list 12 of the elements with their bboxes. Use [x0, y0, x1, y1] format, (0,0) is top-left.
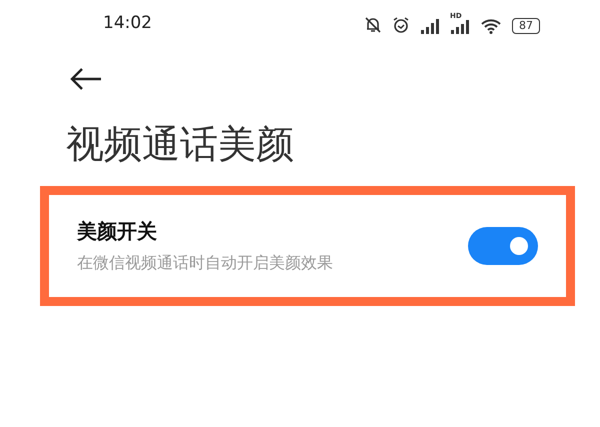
alarm-icon: [392, 16, 410, 34]
wifi-icon: [480, 18, 502, 34]
signal-icon: [450, 20, 470, 34]
signal-icon: [420, 18, 440, 34]
back-arrow-icon[interactable]: [70, 68, 102, 90]
bell-muted-icon: [364, 16, 382, 34]
page-title: 视频通话美颜: [66, 121, 295, 168]
setting-label: 美颜开关: [77, 218, 158, 245]
status-time: 14:02: [103, 13, 152, 33]
toggle-switch[interactable]: [468, 227, 538, 265]
battery-indicator: 87: [512, 18, 540, 34]
setting-description: 在微信视频通话时自动开启美颜效果: [77, 253, 333, 274]
